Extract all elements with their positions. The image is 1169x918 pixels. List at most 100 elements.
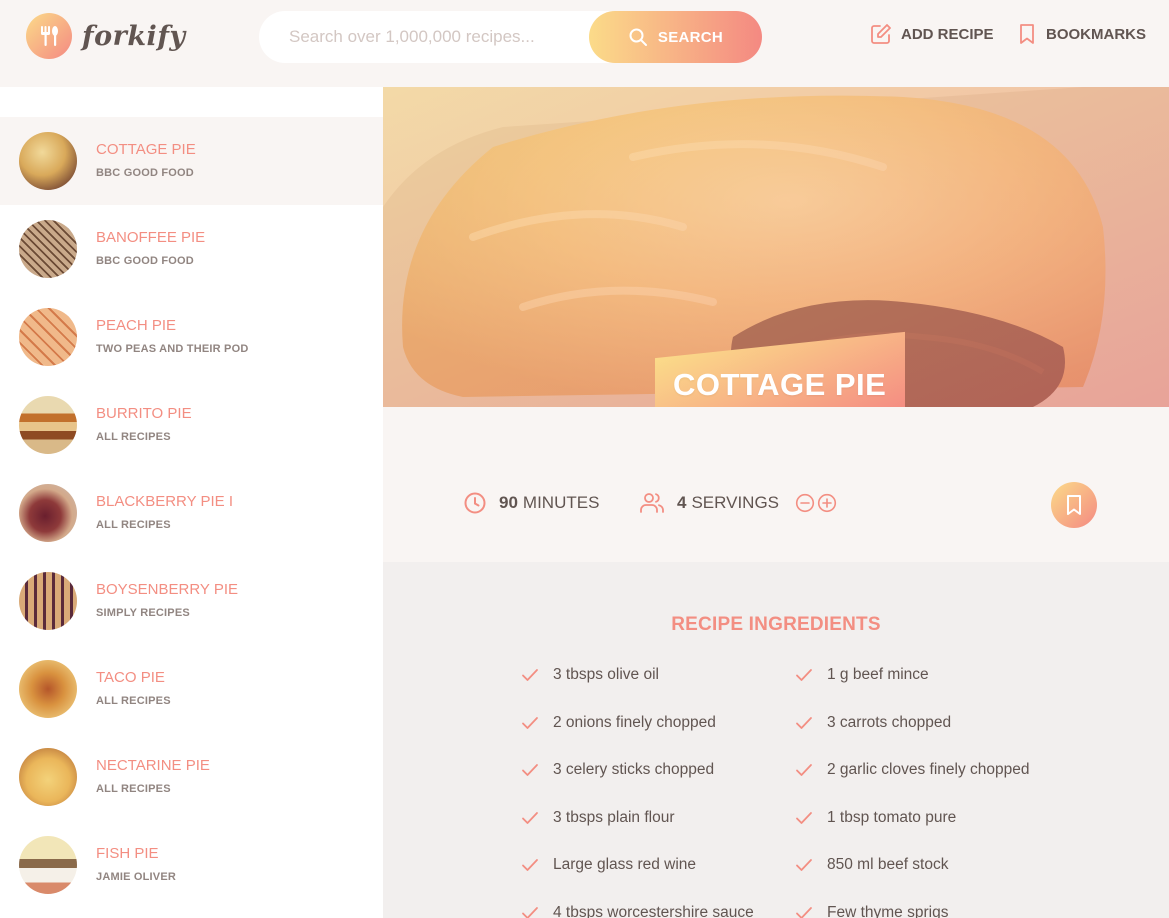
- result-publisher: JAMIE OLIVER: [96, 871, 177, 883]
- bookmark-icon: [1020, 24, 1034, 44]
- bookmarks-label: BOOKMARKS: [1046, 25, 1146, 43]
- servings: 4 SERVINGS: [639, 491, 837, 515]
- recipe-ingredients: RECIPE INGREDIENTS 3 tbsps olive oil 2 on…: [383, 562, 1169, 918]
- ingredient-text: 4 tbsps worcestershire sauce: [553, 903, 754, 918]
- recipe-thumbnail: [19, 484, 77, 542]
- recipe-thumbnail: [19, 660, 77, 718]
- check-icon: [796, 906, 812, 918]
- result-title: BURRITO PIE: [96, 405, 192, 422]
- ingredient-text: 3 carrots chopped: [827, 713, 952, 731]
- check-icon: [522, 669, 538, 681]
- ingredient-text: 3 tbsps plain flour: [553, 808, 675, 826]
- cooking-time: 90 MINUTES: [463, 491, 599, 515]
- search-input[interactable]: [289, 11, 589, 63]
- result-title: BANOFFEE PIE: [96, 229, 206, 246]
- bookmark-recipe-button[interactable]: [1051, 482, 1097, 528]
- recipe-thumbnail: [19, 308, 77, 366]
- recipe-thumbnail: [19, 132, 77, 190]
- result-title: NECTARINE PIE: [96, 757, 210, 774]
- recipe-thumbnail: [19, 836, 77, 894]
- search-form: SEARCH: [259, 11, 762, 63]
- recipe-thumbnail: [19, 396, 77, 454]
- result-item[interactable]: BOYSENBERRY PIE SIMPLY RECIPES: [0, 557, 383, 645]
- servings-count: 4: [677, 493, 687, 512]
- clock-icon: [464, 492, 486, 514]
- add-recipe-button[interactable]: ADD RECIPE: [870, 23, 994, 45]
- users-icon: [640, 493, 664, 513]
- result-item[interactable]: PEACH PIE TWO PEAS AND THEIR POD: [0, 293, 383, 381]
- ingredient-item: Large glass red wine: [521, 856, 696, 874]
- result-item[interactable]: BLACKBERRY PIE I ALL RECIPES: [0, 469, 383, 557]
- cooking-minutes-label: MINUTES: [522, 493, 600, 512]
- cooking-minutes: 90: [499, 493, 518, 512]
- ingredient-text: 3 celery sticks chopped: [553, 761, 715, 778]
- check-icon: [796, 811, 812, 824]
- ingredient-text: 3 tbsps olive oil: [553, 666, 659, 683]
- recipe-thumbnail: [19, 220, 77, 278]
- check-icon: [522, 716, 538, 729]
- check-icon: [796, 716, 812, 729]
- result-title: COTTAGE PIE: [96, 141, 196, 158]
- bookmarks-button[interactable]: BOOKMARKS: [1017, 23, 1146, 45]
- result-publisher: BBC GOOD FOOD: [96, 255, 194, 267]
- result-title: BLACKBERRY PIE I: [96, 493, 234, 510]
- bookmark-icon: [1067, 495, 1081, 515]
- ingredient-item: 1 tbsp tomato pure: [795, 809, 956, 827]
- plus-circle-icon: [817, 493, 837, 513]
- ingredient-item: Few thyme sprigs: [795, 904, 948, 918]
- result-title: FISH PIE: [96, 845, 159, 862]
- ingredient-item: 3 celery sticks chopped: [521, 761, 714, 779]
- minus-circle-icon: [795, 493, 815, 513]
- check-icon: [796, 859, 812, 871]
- ingredient-item: 2 garlic cloves finely chopped: [795, 761, 1029, 779]
- increase-servings-button[interactable]: [817, 493, 837, 513]
- logo[interactable]: forkify: [26, 13, 186, 59]
- result-publisher: BBC GOOD FOOD: [96, 167, 194, 179]
- ingredient-item: 3 tbsps plain flour: [521, 809, 675, 827]
- result-item[interactable]: FISH PIE JAMIE OLIVER: [0, 821, 383, 909]
- result-publisher: ALL RECIPES: [96, 431, 171, 443]
- result-item[interactable]: TACO PIE ALL RECIPES: [0, 645, 383, 733]
- ingredient-item: 3 tbsps olive oil: [521, 666, 659, 684]
- edit-icon: [871, 24, 891, 44]
- result-title: TACO PIE: [96, 669, 165, 686]
- search-results: COTTAGE PIE BBC GOOD FOOD BANOFFEE PIE B…: [0, 87, 383, 918]
- fork-knife-icon: [26, 13, 72, 59]
- ingredient-item: 4 tbsps worcestershire sauce: [521, 904, 754, 918]
- result-item[interactable]: NECTARINE PIE ALL RECIPES: [0, 733, 383, 821]
- ingredient-text: 2 onions finely chopped: [553, 713, 716, 731]
- result-title: PEACH PIE: [96, 317, 177, 334]
- result-publisher: ALL RECIPES: [96, 695, 171, 707]
- header: forkify SEARCH ADD RECIPE BOOKMARKS: [0, 0, 1169, 87]
- result-item[interactable]: BURRITO PIE ALL RECIPES: [0, 381, 383, 469]
- ingredient-item: 1 g beef mince: [795, 666, 929, 684]
- result-item[interactable]: BANOFFEE PIE BBC GOOD FOOD: [0, 205, 383, 293]
- result-publisher: SIMPLY RECIPES: [96, 607, 190, 619]
- result-item[interactable]: COTTAGE PIE BBC GOOD FOOD: [0, 117, 383, 205]
- recipe-thumbnail: [19, 572, 77, 630]
- ingredient-text: 2 garlic cloves finely chopped: [827, 761, 1030, 778]
- ingredient-text: Large glass red wine: [553, 856, 697, 873]
- servings-label: SERVINGS: [691, 493, 780, 512]
- search-button[interactable]: SEARCH: [589, 11, 762, 63]
- check-icon: [522, 859, 538, 871]
- decrease-servings-button[interactable]: [795, 493, 815, 513]
- logo-text: forkify: [82, 20, 186, 52]
- search-button-label: SEARCH: [657, 28, 724, 46]
- check-icon: [796, 669, 812, 681]
- check-icon: [522, 811, 538, 824]
- check-icon: [522, 906, 538, 918]
- ingredient-text: 1 g beef mince: [827, 666, 929, 683]
- ingredient-text: 1 tbsp tomato pure: [827, 808, 957, 826]
- result-title: BOYSENBERRY PIE: [96, 581, 239, 598]
- recipe-thumbnail: [19, 748, 77, 806]
- ingredient-text: 850 ml beef stock: [827, 856, 949, 873]
- check-icon: [522, 764, 538, 776]
- result-publisher: TWO PEAS AND THEIR POD: [96, 343, 249, 355]
- add-recipe-label: ADD RECIPE: [901, 25, 994, 43]
- search-icon: [629, 28, 647, 46]
- ingredient-item: 850 ml beef stock: [795, 856, 948, 874]
- ingredient-item: 3 carrots chopped: [795, 714, 951, 732]
- ingredients-heading: RECIPE INGREDIENTS: [671, 614, 881, 635]
- recipe-details: 90 MINUTES 4 SERVINGS: [383, 407, 1169, 562]
